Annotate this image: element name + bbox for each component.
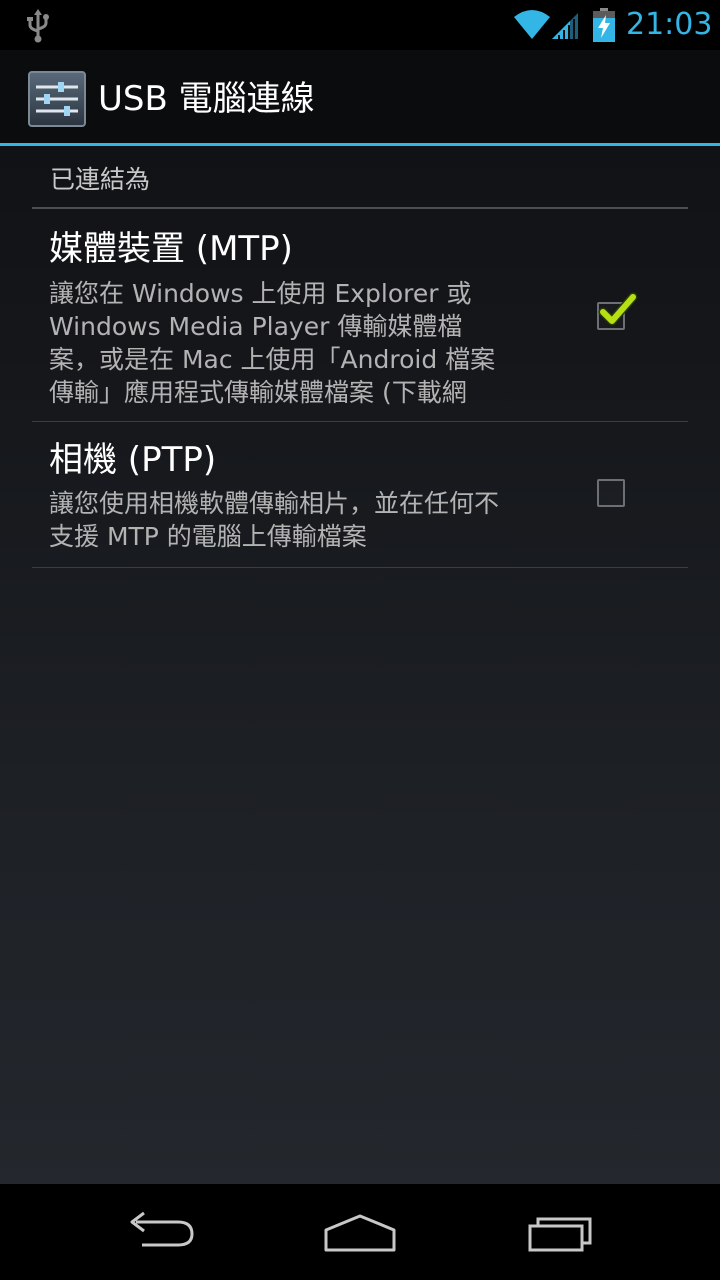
section-header: 已連結為 [50,165,151,194]
page-title: USB 電腦連線 [98,79,315,119]
nav-bar [0,1184,720,1280]
status-bar: 21:03 [0,0,720,50]
back-icon [130,1211,194,1247]
clock: 21:03 [626,7,713,42]
usb-icon [27,9,49,43]
pref-summary-line: 讓您使用相機軟體傳輸相片，並在任何不 [49,489,500,518]
pref-summary-line: 支援 MTP 的電腦上傳輸檔案 [49,522,367,551]
home-button[interactable] [280,1184,440,1280]
screen: 21:03 USB 電腦連線 已連結為 媒體裝置 (MTP) 讓您在 Windo… [0,0,720,1280]
settings-sliders-icon[interactable] [28,71,86,127]
pref-summary-line: Windows Media Player 傳輸媒體檔 [49,312,463,341]
pref-summary-line: 案，或是在 Mac 上使用「Android 檔案 [49,345,496,374]
checkbox-mtp[interactable] [597,292,638,330]
pref-item-mtp[interactable]: 媒體裝置 (MTP) 讓您在 Windows 上使用 Explorer 或 Wi… [32,209,688,421]
pref-item-ptp[interactable]: 相機 (PTP) 讓您使用相機軟體傳輸相片，並在任何不 支援 MTP 的電腦上傳… [32,422,688,567]
checkbox-ptp[interactable] [597,479,625,507]
pref-title-ptp: 相機 (PTP) [49,440,217,480]
pref-title-mtp: 媒體裝置 (MTP) [49,229,293,269]
pref-summary-line: 讓您在 Windows 上使用 Explorer 或 [49,279,472,308]
action-bar-underline [0,143,720,146]
action-bar: USB 電腦連線 [0,50,720,143]
item-divider [32,567,688,568]
pref-summary-line: 傳輸」應用程式傳輸媒體檔案 (下載網 [49,378,467,407]
recent-apps-icon [528,1217,592,1252]
cell-signal-icon [552,13,578,39]
wifi-icon [514,10,550,39]
home-icon [324,1214,396,1252]
back-button[interactable] [80,1184,240,1280]
checkmark-icon [598,292,638,326]
recent-apps-button[interactable] [480,1184,640,1280]
battery-charging-icon [593,8,615,42]
